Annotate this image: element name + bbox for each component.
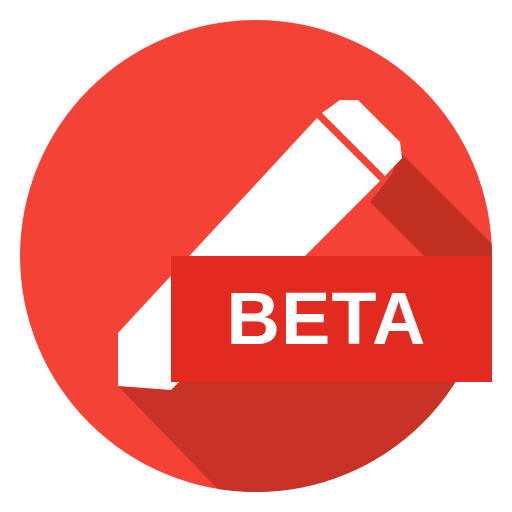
beta-banner: BETA (171, 256, 492, 382)
app-icon[interactable]: BETA (0, 0, 512, 512)
beta-label: BETA (226, 277, 427, 360)
